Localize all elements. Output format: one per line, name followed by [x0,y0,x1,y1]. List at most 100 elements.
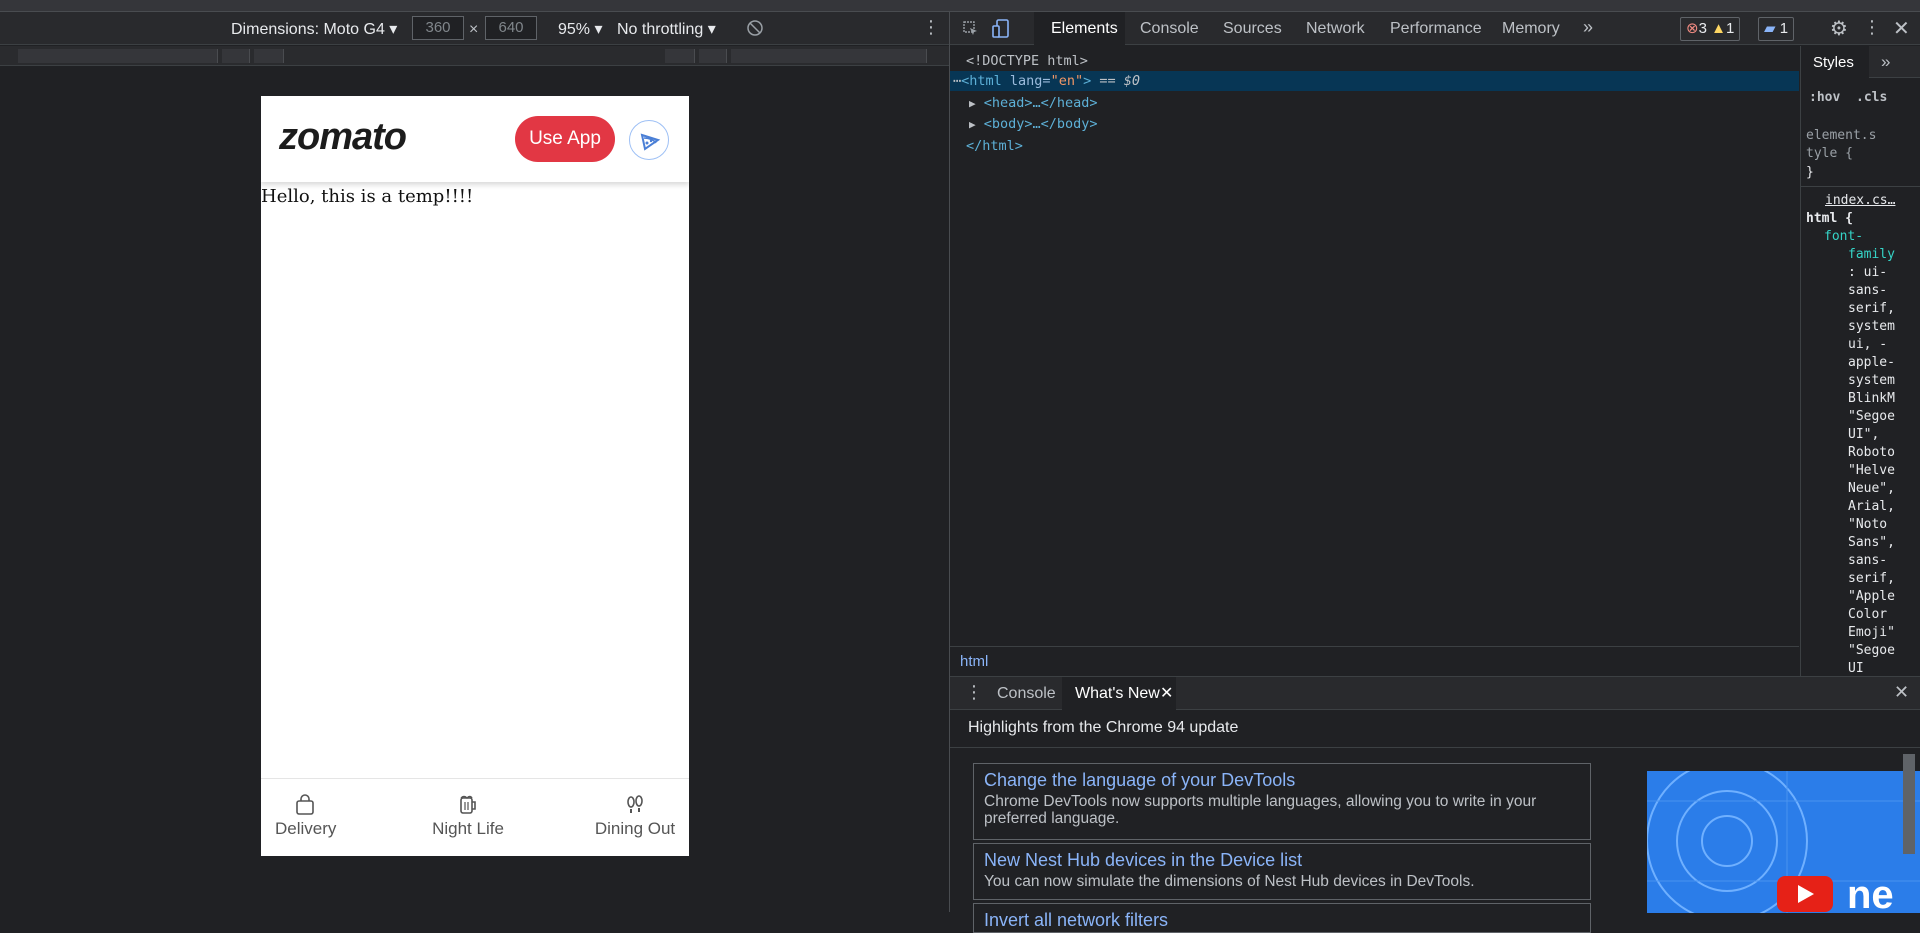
whats-new-video-thumbnail[interactable]: ne [1647,771,1920,913]
settings-gear-icon[interactable]: ⚙ [1830,16,1848,41]
warning-count: 1 [1725,20,1735,37]
warning-icon: ▲ [1711,20,1726,37]
property-value-line: Arial, [1848,499,1895,514]
card-title[interactable]: Change the language of your DevTools [984,770,1580,791]
card-title[interactable]: Invert all network filters [984,910,1580,931]
whats-new-card[interactable]: New Nest Hub devices in the Device list … [973,843,1591,900]
nav-night-life-label: Night Life [432,819,504,838]
head-node[interactable]: ▶ <head>…</head> [969,95,1098,111]
messages-badge[interactable]: ▰ 1 [1758,17,1795,41]
phone-viewport: zomato Use App Hello, this is a temp!!!!… [261,96,689,856]
rotate-icon[interactable] [746,19,764,37]
html-close-node[interactable]: </html> [966,138,1023,154]
nav-dining-out-label: Dining Out [594,819,676,838]
page-body-text: Hello, this is a temp!!!! [261,186,474,207]
error-count: 3 [1698,20,1707,37]
property-value-line: UI [1848,661,1864,676]
whats-new-card[interactable]: Change the language of your DevTools Chr… [973,763,1591,840]
stylesheet-source-link[interactable]: index.cs… [1825,193,1895,208]
whats-new-card[interactable]: Invert all network filters [973,903,1591,933]
highlights-heading: Highlights from the Chrome 94 update [968,719,1239,736]
drawer-scrollbar[interactable] [1903,754,1915,854]
property-value-line: "Segoe [1848,643,1895,658]
close-tab-icon[interactable]: ✕ [1160,683,1173,703]
nav-dining-out[interactable]: Dining Out [592,793,678,839]
devtools-tabbar: Elements Console Sources Network Perform… [950,12,1920,45]
beer-mug-icon [460,795,476,814]
property-value-line: : ui- [1848,265,1888,280]
devtools-panel: Elements Console Sources Network Perform… [950,12,1920,933]
tab-console[interactable]: Console [1140,20,1199,38]
app-header: zomato Use App [261,96,689,182]
property-value-line: Roboto [1848,445,1895,460]
property-value-line: Emoji" [1848,625,1895,640]
element-style-selector-1: element.s [1806,128,1877,143]
zoom-dropdown[interactable]: 95% ▾ [558,19,603,39]
property-value-line: ui, - [1848,337,1888,352]
property-value-line: system [1848,373,1895,388]
close-drawer-icon[interactable]: ✕ [1894,682,1909,703]
nav-delivery-label: Delivery [275,819,337,838]
use-app-button[interactable]: Use App [515,116,615,162]
hover-state-toggle[interactable]: :hov [1809,90,1840,105]
property-name-1: font- [1824,229,1864,244]
body-node[interactable]: ▶ <body>…</body> [969,116,1098,132]
customize-menu-icon[interactable]: ⋮ [1863,17,1881,38]
device-dimensions-dropdown[interactable]: Dimensions: Moto G4 ▾ [231,19,397,39]
styles-more-tabs-icon[interactable]: » [1881,52,1890,72]
dimension-times-sign: × [469,21,479,38]
zomato-logo[interactable]: zomato [279,116,407,159]
card-description: Chrome DevTools now supports multiple la… [984,793,1537,827]
doctype-node[interactable]: <!DOCTYPE html> [966,53,1088,69]
element-style-selector-2: tyle { [1806,146,1853,161]
class-toggle[interactable]: .cls [1856,90,1887,105]
device-height-input[interactable]: 640 [485,16,537,40]
drawer-menu-icon[interactable]: ⋮ [965,682,983,703]
tab-performance[interactable]: Performance [1390,20,1482,38]
tab-network[interactable]: Network [1306,20,1365,38]
property-value-line: sans- [1848,283,1888,298]
devtools-drawer: ⋮ Console What's New ✕ ✕ Highlights from… [950,676,1920,933]
property-value-line: Color [1848,607,1888,622]
bottom-navigation: Delivery Night Life Dining Out [261,778,689,856]
breadcrumb-html[interactable]: html [960,653,988,670]
inspect-element-icon[interactable] [962,20,980,38]
tab-sources[interactable]: Sources [1223,20,1282,38]
error-icon: ⊗ [1686,20,1699,37]
window-top-strip [0,0,1920,12]
card-title[interactable]: New Nest Hub devices in the Device list [984,850,1580,871]
issues-badge[interactable]: ⊗3 ▲1 [1680,17,1741,41]
media-query-ruler [0,46,949,66]
promo-text: ne [1847,873,1894,913]
footprints-icon [627,795,643,813]
html-rule-selector: html { [1806,211,1853,226]
property-value-line: "Apple [1848,589,1895,604]
styles-pane: Styles » :hov .cls element.s tyle { } in… [1800,46,1920,676]
tab-memory[interactable]: Memory [1502,20,1560,38]
location-button[interactable] [629,120,669,160]
device-toolbar-icon[interactable] [992,19,1010,39]
device-width-input[interactable]: 360 [412,16,464,40]
drawer-tab-console[interactable]: Console [997,685,1056,703]
card-description: You can now simulate the dimensions of N… [984,873,1475,890]
close-devtools-icon[interactable]: ✕ [1893,16,1910,41]
drawer-tab-whats-new[interactable]: What's New [1075,685,1160,703]
property-value-line: apple- [1848,355,1895,370]
more-tabs-icon[interactable]: » [1583,17,1593,38]
html-node[interactable]: ⋯<html lang="en"> == $0 [953,73,1140,89]
throttling-dropdown[interactable]: No throttling ▾ [617,19,716,39]
tab-elements[interactable]: Elements [1051,20,1118,38]
device-toolbar: Dimensions: Moto G4 ▾ 360 × 640 95% ▾ No… [0,12,949,45]
property-value-line: sans- [1848,553,1888,568]
property-value-line: Sans", [1848,535,1895,550]
tab-styles[interactable]: Styles [1813,54,1854,71]
nav-delivery[interactable]: Delivery [275,793,337,839]
property-name-2: family [1848,247,1895,262]
pizza-icon [640,133,661,151]
more-options-icon[interactable]: ⋮ [922,17,940,38]
property-value-line: serif, [1848,571,1895,586]
property-value-line: "Noto [1848,517,1888,532]
property-value-line: Neue", [1848,481,1895,496]
nav-night-life[interactable]: Night Life [428,793,508,839]
elements-tree: <!DOCTYPE html> ⋯<html lang="en"> == $0 … [950,46,1799,643]
